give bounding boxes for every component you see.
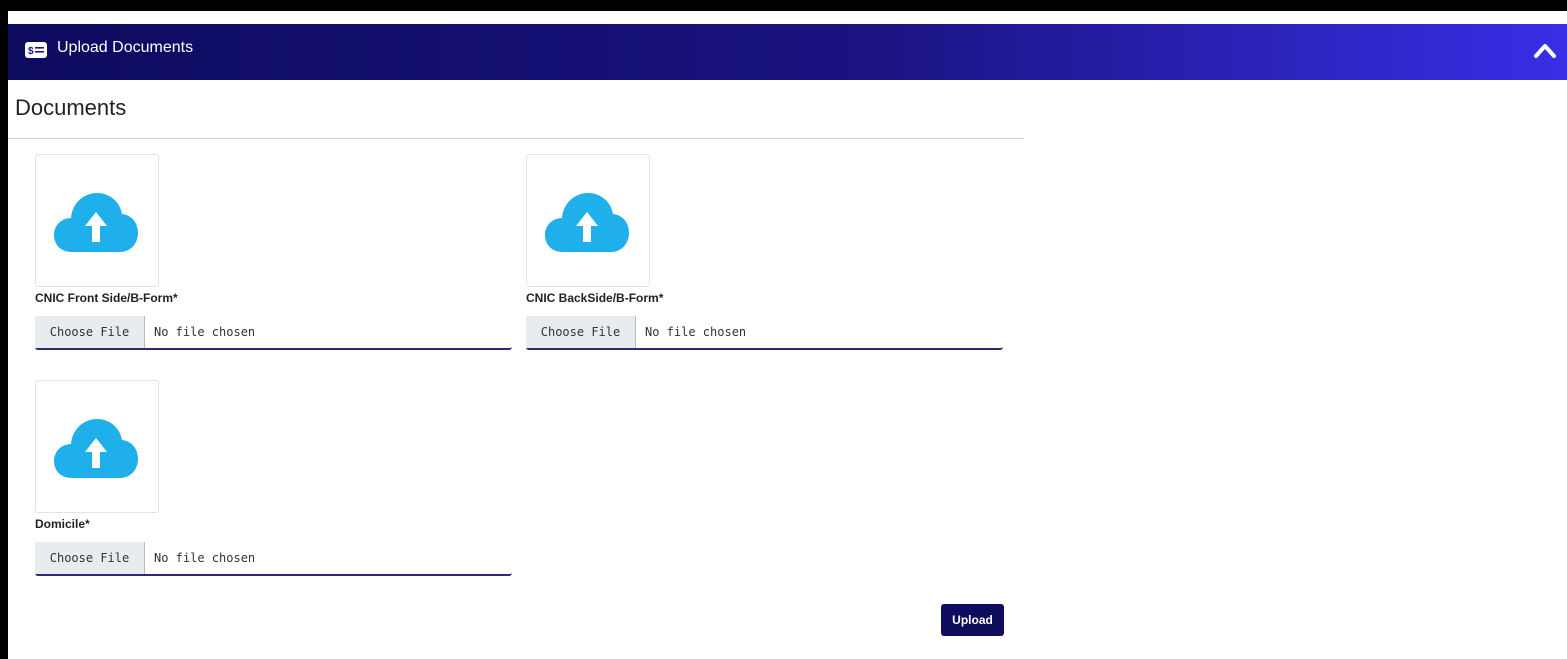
top-strip <box>8 11 1567 24</box>
cloud-upload-icon <box>54 419 138 478</box>
cloud-upload-icon <box>545 193 629 252</box>
money-list-icon: $ <box>25 42 47 58</box>
choose-file-button[interactable]: Choose File <box>35 542 145 574</box>
document-thumbnail[interactable] <box>526 154 650 287</box>
upload-button[interactable]: Upload <box>941 604 1004 636</box>
choose-file-button[interactable]: Choose File <box>35 316 145 348</box>
file-status: No file chosen <box>154 325 256 339</box>
document-thumbnail[interactable] <box>35 154 159 287</box>
svg-text:$: $ <box>28 46 34 56</box>
document-label: Domicile* <box>35 517 90 531</box>
file-status: No file chosen <box>645 325 747 339</box>
chevron-up-icon[interactable] <box>1533 39 1557 61</box>
choose-file-button[interactable]: Choose File <box>526 316 636 348</box>
file-input[interactable]: Choose File No file chosen <box>35 542 512 576</box>
section-divider <box>8 138 1024 139</box>
document-thumbnail[interactable] <box>35 380 159 513</box>
panel-title: Upload Documents <box>57 39 194 56</box>
panel-header[interactable]: $ Upload Documents <box>8 24 1567 80</box>
file-input[interactable]: Choose File No file chosen <box>35 316 512 350</box>
file-status: No file chosen <box>154 551 256 565</box>
section-title: Documents <box>15 95 127 120</box>
file-input[interactable]: Choose File No file chosen <box>526 316 1003 350</box>
upload-documents-panel: $ Upload Documents Documents CNIC Front … <box>8 9 1567 659</box>
document-label: CNIC Front Side/B-Form* <box>35 291 178 305</box>
cloud-upload-icon <box>54 193 138 252</box>
document-label: CNIC BackSide/B-Form* <box>526 291 664 305</box>
